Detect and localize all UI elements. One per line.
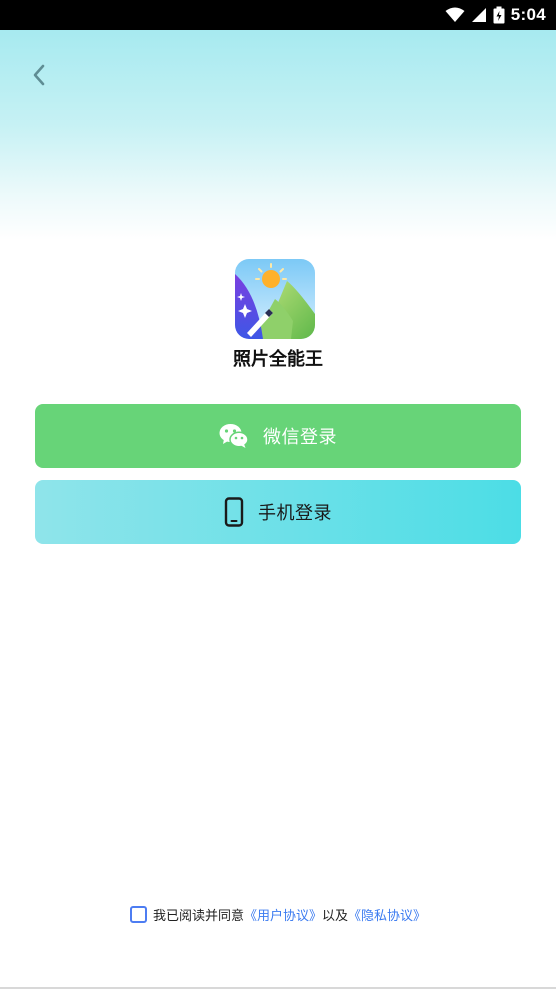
status-time: 5:04 <box>510 5 546 24</box>
status-bar: 5:04 <box>0 0 556 30</box>
agreement-conjunction: 以及 <box>322 908 349 924</box>
phone-login-label: 手机登录 <box>258 503 332 524</box>
app-name: 照片全能王 <box>233 349 323 370</box>
header-background <box>0 30 556 240</box>
privacy-policy-link[interactable]: 《隐私协议》 <box>348 905 426 924</box>
app-logo <box>235 259 315 339</box>
agreement-checkbox[interactable] <box>129 905 147 923</box>
photo-landscape-icon <box>235 259 315 339</box>
wechat-login-label: 微信登录 <box>263 427 337 448</box>
status-icons: 5:04 <box>445 0 546 30</box>
mobile-phone-icon <box>224 497 244 527</box>
agreement-prefix: 我已阅读并同意 <box>152 908 244 924</box>
cell-signal-icon <box>471 8 486 22</box>
back-button[interactable] <box>24 60 54 90</box>
wifi-icon <box>445 7 465 22</box>
chevron-left-icon <box>33 64 45 86</box>
wechat-login-button[interactable]: 微信登录 <box>35 404 521 468</box>
battery-icon <box>493 6 505 24</box>
phone-login-button[interactable]: 手机登录 <box>35 480 521 544</box>
wechat-icon <box>219 424 249 448</box>
user-agreement-link[interactable]: 《用户协议》 <box>244 905 322 924</box>
agreement-row: 我已阅读并同意 《用户协议》 以及 《隐私协议》 <box>0 902 556 926</box>
